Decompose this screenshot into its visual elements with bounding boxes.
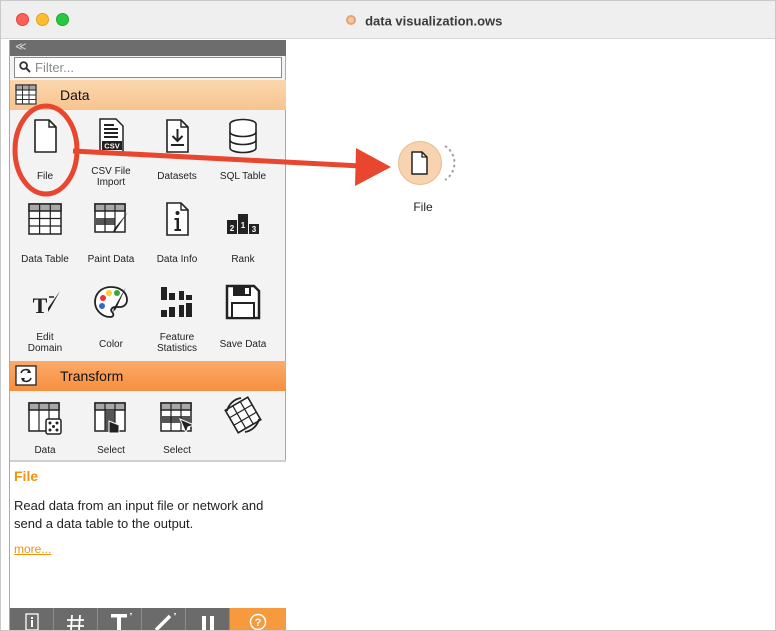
select-columns-icon	[94, 402, 126, 434]
filter-field[interactable]	[14, 57, 282, 78]
filter-input[interactable]	[35, 59, 275, 76]
transform-widgets-row: Data Select Select	[10, 391, 286, 459]
widget-label: Feature Statistics	[156, 332, 197, 354]
svg-text:3: 3	[252, 225, 257, 234]
save-icon	[225, 284, 261, 320]
widget-label: Select	[163, 445, 191, 456]
help-icon: ?	[249, 613, 267, 630]
widget-feature-statistics[interactable]: Feature Statistics	[144, 283, 210, 358]
output-channel-arc[interactable]	[444, 145, 456, 181]
file-node-graphic	[411, 145, 456, 181]
widget-sql-table[interactable]: SQL Table	[210, 117, 276, 187]
grid-tool-button[interactable]	[54, 608, 98, 630]
title-bar: data visualization.ows	[1, 1, 775, 39]
category-label: Data	[60, 87, 90, 103]
widget-label: Edit Domain	[27, 332, 63, 354]
info-icon	[166, 202, 189, 236]
text-tool-icon	[111, 613, 132, 630]
widget-datasets[interactable]: Datasets	[144, 117, 210, 187]
paint-data-icon	[94, 203, 128, 233]
widget-select-columns[interactable]: Select	[78, 399, 144, 459]
svg-text:2: 2	[230, 224, 235, 233]
svg-text:CSV: CSV	[104, 142, 119, 151]
collapse-toolbox-bar[interactable]: ≪	[10, 40, 286, 56]
select-rows-icon	[160, 402, 196, 435]
widget-label: Select	[97, 445, 125, 456]
search-icon	[19, 61, 31, 73]
rank-icon: 2 1 3	[227, 214, 259, 234]
help-tool-button[interactable]: ?	[230, 608, 286, 630]
pause-tool-button[interactable]	[186, 608, 230, 630]
widget-rank[interactable]: 2 1 3 Rank	[210, 200, 276, 270]
database-icon	[229, 118, 257, 154]
widget-color[interactable]: Color	[78, 283, 144, 358]
help-title: File	[14, 468, 39, 484]
edit-domain-icon: T	[33, 291, 60, 318]
data-sampler-icon	[28, 402, 62, 435]
widget-edit-domain[interactable]: T Edit Domain	[12, 283, 78, 358]
text-tool-button[interactable]	[98, 608, 142, 630]
info-icon	[25, 613, 39, 630]
widget-label: Save Data	[219, 339, 267, 350]
widget-data-info[interactable]: Data Info	[144, 200, 210, 270]
svg-text:?: ?	[255, 617, 262, 629]
widget-csv-file-import[interactable]: CSV CSV File Import	[78, 117, 144, 188]
widget-label: Paint Data	[87, 254, 135, 265]
file-icon	[34, 119, 57, 153]
widget-label: Data	[34, 445, 56, 456]
app-window: data visualization.ows ≪ Data	[0, 0, 776, 631]
bar-statistics-icon	[161, 287, 192, 317]
widget-label: Rank	[231, 254, 255, 265]
svg-text:T: T	[33, 293, 48, 318]
widget-data-sampler[interactable]: Data	[12, 399, 78, 459]
widget-label: Datasets	[157, 171, 197, 182]
pen-tool-icon	[154, 613, 176, 630]
bottom-toolbar: ?	[10, 608, 286, 630]
widget-save-data[interactable]: Save Data	[210, 283, 276, 358]
category-transform-header[interactable]: Transform	[10, 361, 286, 391]
widget-help-panel: File Read data from an input file or net…	[10, 462, 286, 608]
canvas-node-label: File	[413, 200, 433, 214]
widget-label: Data Table	[21, 254, 69, 265]
widget-select-rows[interactable]: Select	[144, 399, 210, 459]
collapse-chevrons-icon[interactable]: ≪	[15, 40, 27, 54]
widget-transpose[interactable]	[210, 393, 276, 453]
widget-label: SQL Table	[219, 171, 267, 182]
window-title: data visualization.ows	[365, 13, 503, 29]
csv-file-icon: CSV	[99, 118, 124, 154]
palette-icon	[94, 286, 128, 318]
orange-document-icon	[345, 14, 356, 25]
table-grid-icon	[28, 203, 62, 235]
category-data-header[interactable]: Data	[10, 80, 286, 110]
category-label: Transform	[60, 368, 124, 384]
help-description: Read data from an input file or network …	[14, 498, 264, 531]
grid-hash-icon	[67, 614, 84, 630]
widget-data-table[interactable]: Data Table	[12, 200, 78, 270]
file-icon	[411, 151, 428, 175]
svg-text:1: 1	[241, 221, 246, 230]
more-link[interactable]: more...	[14, 542, 51, 556]
pen-tool-button[interactable]	[142, 608, 186, 630]
table-icon	[15, 84, 37, 105]
info-tool-button[interactable]	[10, 608, 54, 630]
widget-label: CSV File Import	[91, 166, 131, 188]
widget-toolbox: ≪ Data	[9, 40, 286, 630]
widget-label: Color	[99, 339, 123, 350]
widget-label: File	[36, 171, 54, 182]
datasets-download-icon	[166, 119, 189, 153]
widget-file[interactable]: File	[12, 117, 78, 187]
transform-arrows-icon	[15, 365, 37, 386]
pause-icon	[202, 616, 214, 630]
widget-paint-data[interactable]: Paint Data	[78, 200, 144, 270]
workflow-canvas[interactable]	[287, 40, 775, 630]
window-title-area: data visualization.ows	[1, 12, 775, 30]
widget-label: Data Info	[156, 254, 198, 265]
transpose-icon	[224, 396, 262, 434]
